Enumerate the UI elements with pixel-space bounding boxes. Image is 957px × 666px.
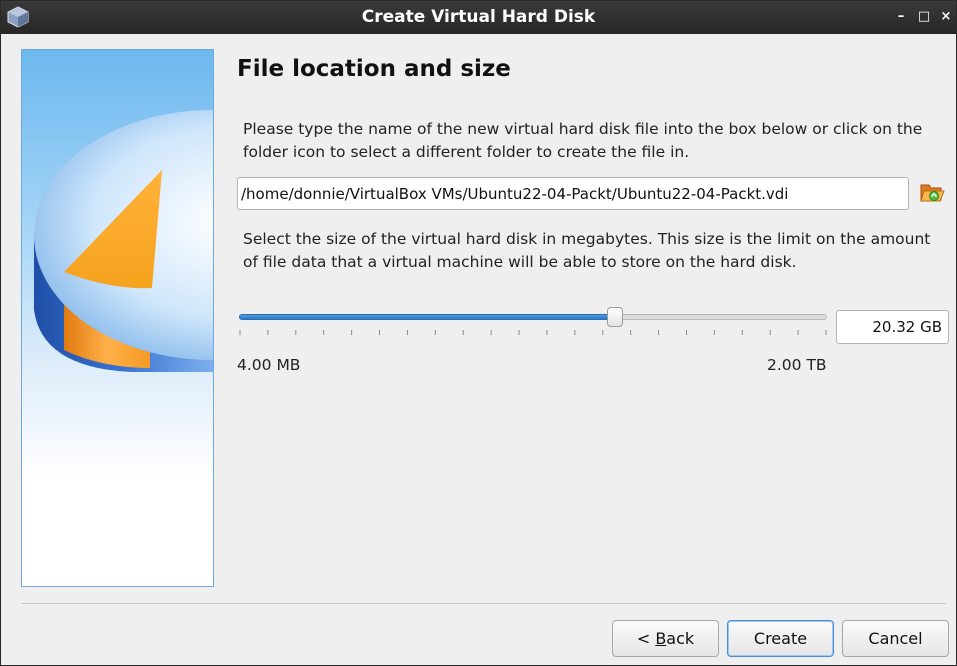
back-rest: ack bbox=[666, 629, 695, 648]
maximize-button[interactable]: □ bbox=[917, 10, 931, 24]
disk-size-slider[interactable] bbox=[237, 306, 829, 336]
slider-min-label: 4.00 MB bbox=[237, 356, 301, 374]
cancel-button[interactable]: Cancel bbox=[842, 620, 949, 657]
size-description: Select the size of the virtual hard disk… bbox=[243, 230, 931, 271]
folder-open-icon[interactable] bbox=[919, 180, 945, 204]
wizard-side-image bbox=[21, 49, 214, 587]
hard-disk-illustration bbox=[34, 110, 213, 372]
button-separator bbox=[21, 603, 946, 604]
create-button[interactable]: Create bbox=[727, 620, 834, 657]
slider-handle[interactable] bbox=[607, 307, 623, 327]
disk-size-input[interactable] bbox=[836, 310, 949, 344]
title-bar[interactable]: Create Virtual Hard Disk – □ × bbox=[1, 1, 956, 34]
location-description: Please type the name of the new virtual … bbox=[243, 120, 923, 161]
slider-fill bbox=[239, 314, 615, 320]
close-button[interactable]: × bbox=[939, 10, 953, 24]
slider-max-label: 2.00 TB bbox=[767, 356, 827, 374]
window-title: Create Virtual Hard Disk bbox=[361, 7, 596, 27]
back-prefix: < bbox=[636, 629, 656, 648]
minimize-button[interactable]: – bbox=[894, 10, 908, 24]
file-path-input[interactable] bbox=[237, 177, 909, 210]
page-title: File location and size bbox=[237, 56, 511, 82]
back-mnemonic: B bbox=[655, 629, 667, 648]
create-virtual-hard-disk-dialog: Create Virtual Hard Disk – □ × File loca… bbox=[0, 0, 957, 666]
back-button[interactable]: < Back bbox=[612, 620, 719, 657]
slider-ticks bbox=[239, 330, 827, 335]
